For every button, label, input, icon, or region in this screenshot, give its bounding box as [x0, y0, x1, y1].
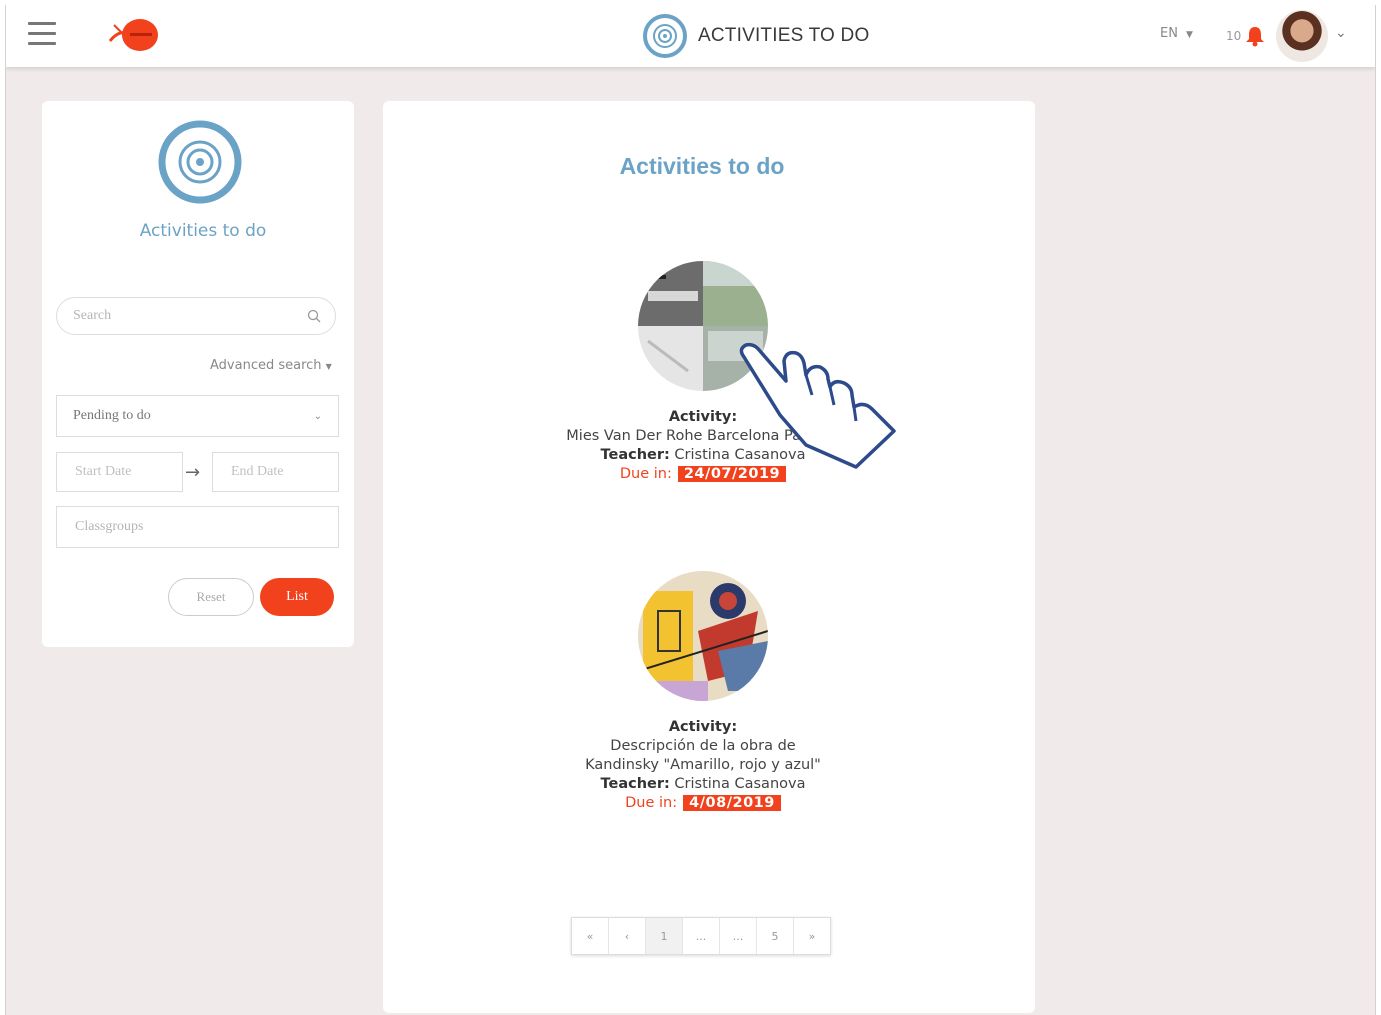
- pagination: « ‹ 1 ... ... 5 »: [571, 917, 831, 955]
- teacher-name: Cristina Casanova: [674, 776, 806, 792]
- page-first-button[interactable]: «: [572, 918, 609, 954]
- notifications-button[interactable]: 10: [1226, 25, 1266, 47]
- filter-panel-title: Activities to do: [139, 221, 267, 241]
- target-icon: [158, 120, 242, 204]
- advanced-search-label: Advanced search: [210, 358, 322, 373]
- target-icon: [643, 14, 687, 58]
- notification-count: 10: [1226, 29, 1242, 43]
- due-label: Due in:: [625, 795, 678, 811]
- caret-down-icon: ▼: [1185, 30, 1193, 40]
- teacher-name: Cristina Casanova: [674, 447, 806, 463]
- due-date-badge: 24/07/2019: [677, 466, 787, 482]
- activity-name[interactable]: Mies Van Der Rohe Barcelona Pavilion: [383, 427, 1023, 446]
- status-select[interactable]: Pending to do ⌄: [56, 395, 339, 437]
- search-input[interactable]: [71, 307, 307, 325]
- classgroups-input[interactable]: [73, 518, 322, 536]
- user-avatar[interactable]: [1276, 10, 1328, 62]
- page-prev-button[interactable]: ‹: [609, 918, 646, 954]
- list-button[interactable]: List: [260, 578, 334, 616]
- start-date-input[interactable]: [73, 463, 166, 481]
- teacher-label: Teacher:: [600, 776, 670, 792]
- app-window: ACTIVITIES TO DO EN ▼ 10 ⌄ Activities to …: [5, 5, 1376, 1015]
- search-icon[interactable]: [307, 309, 321, 323]
- status-select-value: Pending to do: [73, 408, 151, 423]
- page-ellipsis: ...: [720, 918, 757, 954]
- caret-down-icon: ▼: [325, 362, 332, 371]
- activity-card: Activity: Descripción de la obra de Kand…: [383, 571, 1023, 813]
- classgroups-field[interactable]: [56, 506, 339, 548]
- bell-icon: [1246, 27, 1265, 47]
- arrow-right-icon: →: [185, 462, 201, 483]
- page-1-button[interactable]: 1: [646, 918, 683, 954]
- activities-panel: Activities to do Activity: Mies Van Der …: [383, 101, 1035, 1013]
- activity-thumbnail[interactable]: [638, 571, 768, 701]
- top-bar: ACTIVITIES TO DO EN ▼ 10 ⌄: [6, 5, 1375, 67]
- page-ellipsis: ...: [683, 918, 720, 954]
- activity-label: Activity:: [668, 409, 738, 425]
- teacher-label: Teacher:: [600, 447, 670, 463]
- reset-button[interactable]: Reset: [168, 578, 254, 616]
- start-date-field[interactable]: [56, 452, 183, 492]
- chevron-down-icon: ⌄: [313, 410, 322, 422]
- page-title: ACTIVITIES TO DO: [698, 25, 870, 46]
- filter-panel: Activities to do Advanced search ▼ Pendi…: [42, 101, 354, 647]
- language-selector[interactable]: EN ▼: [1160, 26, 1193, 41]
- menu-icon[interactable]: [28, 22, 56, 46]
- page-5-button[interactable]: 5: [757, 918, 794, 954]
- activity-label: Activity:: [668, 719, 738, 735]
- due-label: Due in:: [619, 466, 672, 482]
- end-date-input[interactable]: [229, 463, 322, 481]
- activity-name-continued[interactable]: Kandinsky "Amarillo, rojo y azul": [383, 756, 1023, 775]
- chevron-down-icon[interactable]: ⌄: [1335, 25, 1347, 41]
- language-label: EN: [1160, 26, 1178, 41]
- header-title-group: ACTIVITIES TO DO: [642, 13, 869, 59]
- activity-name[interactable]: Descripción de la obra de: [383, 737, 1023, 756]
- activity-thumbnail[interactable]: [638, 261, 768, 391]
- end-date-field[interactable]: [212, 452, 339, 492]
- activities-title: Activities to do: [619, 153, 785, 179]
- app-logo[interactable]: [104, 15, 166, 55]
- page-last-button[interactable]: »: [794, 918, 830, 954]
- due-date-badge: 4/08/2019: [683, 795, 781, 811]
- activity-card: Activity: Mies Van Der Rohe Barcelona Pa…: [383, 261, 1023, 484]
- search-field[interactable]: [56, 297, 336, 335]
- advanced-search-toggle[interactable]: Advanced search ▼: [210, 358, 332, 373]
